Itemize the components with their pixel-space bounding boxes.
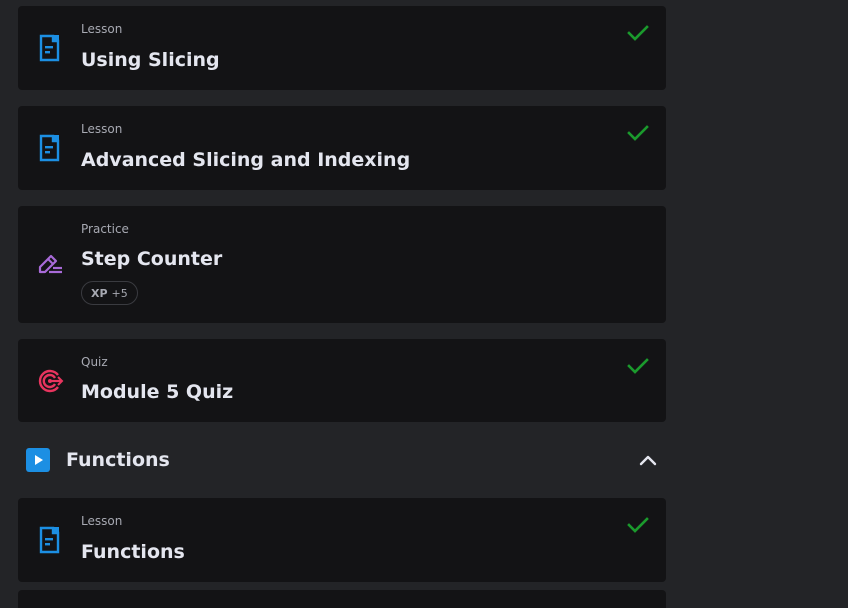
lesson-card-using-slicing[interactable]: Lesson Using Slicing	[18, 6, 666, 90]
document-icon	[39, 134, 60, 162]
pencil-icon	[38, 254, 62, 274]
card-type-label: Lesson	[81, 514, 123, 528]
xp-badge: XP +5	[81, 281, 138, 305]
quiz-card-module-5[interactable]: Quiz Module 5 Quiz	[18, 339, 666, 422]
checkmark-icon	[627, 25, 649, 41]
xp-label: XP	[91, 286, 108, 300]
chevron-up-icon[interactable]	[636, 448, 660, 472]
card-title: Advanced Slicing and Indexing	[81, 149, 411, 171]
card-title: Functions	[81, 541, 185, 563]
checkmark-icon	[627, 125, 649, 141]
checkmark-icon	[627, 517, 649, 533]
document-icon	[39, 526, 60, 554]
card-type-label: Lesson	[81, 122, 123, 136]
target-icon	[38, 369, 64, 393]
section-title: Functions	[66, 449, 170, 471]
xp-value: +5	[111, 286, 128, 300]
card-title: Module 5 Quiz	[81, 381, 234, 403]
card-title: Step Counter	[81, 248, 223, 270]
course-outline: Lesson Using Slicing Lesson Advanced Sli…	[0, 0, 848, 608]
card-type-label: Lesson	[81, 22, 123, 36]
document-icon	[39, 34, 60, 62]
lesson-card-advanced-slicing[interactable]: Lesson Advanced Slicing and Indexing	[18, 106, 666, 190]
lesson-card-functions[interactable]: Lesson Functions	[18, 498, 666, 582]
practice-card-step-counter[interactable]: Practice Step Counter XP +5	[18, 206, 666, 323]
card-type-label: Practice	[81, 222, 129, 236]
card-type-label: Quiz	[81, 355, 108, 369]
section-header-functions[interactable]: Functions	[26, 444, 666, 476]
next-card[interactable]	[18, 590, 666, 608]
play-icon	[26, 448, 50, 472]
card-title: Using Slicing	[81, 49, 220, 71]
checkmark-icon	[627, 358, 649, 374]
